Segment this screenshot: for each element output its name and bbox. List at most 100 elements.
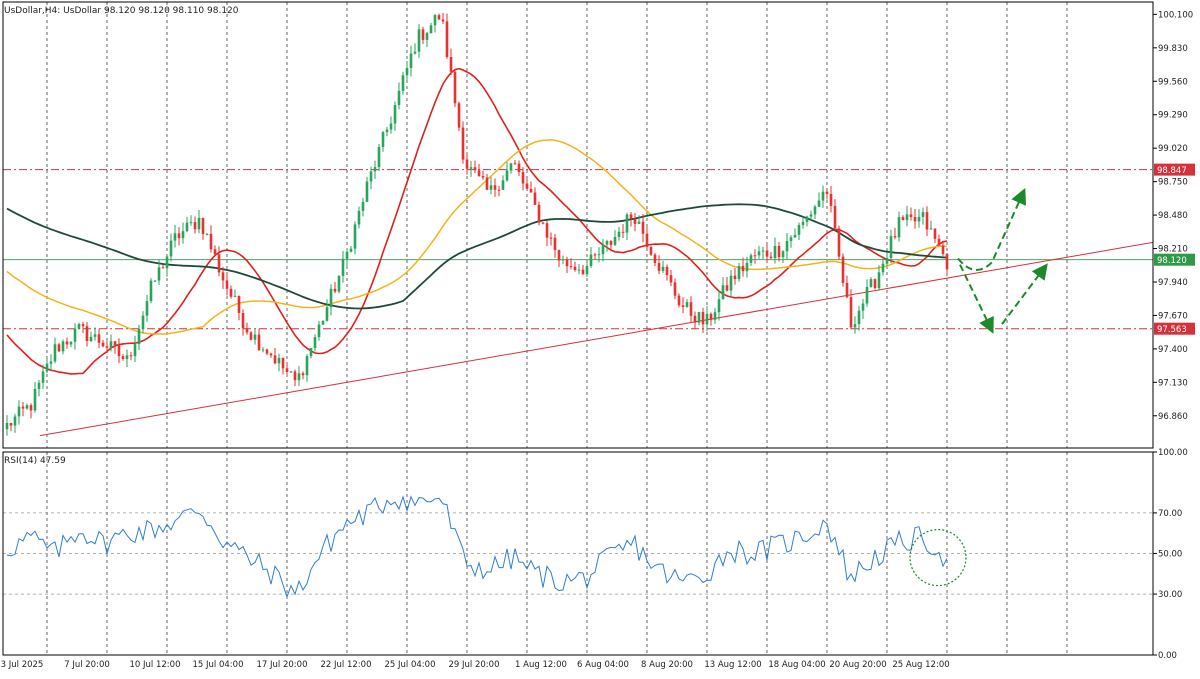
candle-body [21,406,25,409]
candle-body [293,371,297,381]
candle-body [825,191,829,194]
candle-body [537,204,541,223]
candle-body [617,231,621,237]
candle-body [169,240,173,257]
candle-body [869,279,873,288]
candle-body [945,253,949,270]
candle-body [881,263,885,273]
chart-window: 98.847 97.563 98.120 3 Jul 2025 7 Jul 20:00… [0,0,1200,675]
x-tick-label: 25 Aug 12:00 [892,660,949,670]
candle-body [693,315,697,323]
x-tick-label: 7 Jul 20:00 [64,660,110,670]
candle-body [641,221,645,234]
candle-body [457,103,461,128]
candle-body [313,337,317,349]
x-tick-label: 18 Aug 04:00 [768,660,825,670]
candle-body [573,266,577,271]
candle-body [265,349,269,354]
rsi-y-tick-label: 100.00 [1158,448,1188,458]
candle-body [197,217,201,230]
candle-body [201,217,205,235]
candle-body [425,33,429,40]
candle-body [217,254,221,273]
candle-body [613,236,617,245]
candle-body [925,212,929,230]
candle-body [713,312,717,320]
candle-body [609,241,613,245]
candle-body [89,336,93,342]
candle-body [789,237,793,241]
current-price-tag-label: 98.120 [1157,256,1187,266]
candle-body [209,233,213,250]
price-chart: 98.847 97.563 98.120 3 Jul 2025 7 Jul 20:00… [0,0,1200,675]
candle-body [193,222,197,230]
candle-body [485,177,489,190]
candle-body [85,326,89,342]
candle-body [17,406,21,417]
candle-body [93,334,97,337]
candle-body [773,245,777,258]
candle-body [741,266,745,272]
candle-body [449,56,453,72]
candle-body [681,305,685,307]
candle-body [149,280,153,302]
candle-body [917,216,921,222]
candle-body [389,123,393,130]
candle-body [809,214,813,217]
candle-body [141,315,145,330]
candle-body [349,248,353,252]
x-tick-label: 15 Jul 04:00 [193,660,244,670]
candle-body [229,288,233,297]
candle-body [605,241,609,245]
candle-body [393,105,397,124]
candle-body [817,200,821,207]
candle-body [341,258,345,276]
candle-body [469,167,473,169]
candle-body [549,237,553,239]
candle-body [733,275,737,280]
y-tick-label: 97.670 [1158,311,1188,321]
candle-body [69,341,73,345]
candle-body [109,341,113,348]
candle-body [213,249,217,255]
y-tick-label: 99.560 [1158,77,1188,87]
candle-body [81,324,85,327]
candle-body [625,214,629,233]
candle-body [637,221,641,224]
candle-body [153,280,157,282]
candle-body [365,181,369,202]
candle-body [325,307,329,321]
candle-body [737,266,741,280]
candle-body [317,324,321,338]
candle-body [129,355,133,357]
y-tick-label: 98.480 [1158,211,1188,221]
x-tick-label: 22 Jul 12:00 [321,660,372,670]
candle-body [157,267,161,281]
candle-body [597,254,601,256]
candle-body [541,222,545,224]
x-tick-label: 29 Jul 20:00 [449,660,500,670]
candle-body [285,368,289,373]
candle-body [433,15,437,26]
candle-body [589,254,593,267]
candle-body [853,324,857,328]
candle-body [177,233,181,239]
candle-body [501,180,505,190]
candle-body [41,371,45,383]
candle-body [245,328,249,333]
x-tick-label: 20 Aug 20:00 [829,660,886,670]
candle-body [833,205,837,229]
x-tick-label: 8 Aug 20:00 [641,660,693,670]
rsi-y-tick-label: 70.00 [1158,509,1182,519]
candle-body [785,240,789,252]
y-tick-label: 97.940 [1158,278,1188,288]
candle-body [629,214,633,219]
candle-body [133,344,137,357]
candle-body [409,53,413,68]
candle-body [121,356,125,360]
candle-body [173,233,177,241]
level-price-tag-label: 97.563 [1157,325,1187,335]
candle-body [181,231,185,239]
candle-body [645,233,649,248]
candle-body [353,224,357,249]
